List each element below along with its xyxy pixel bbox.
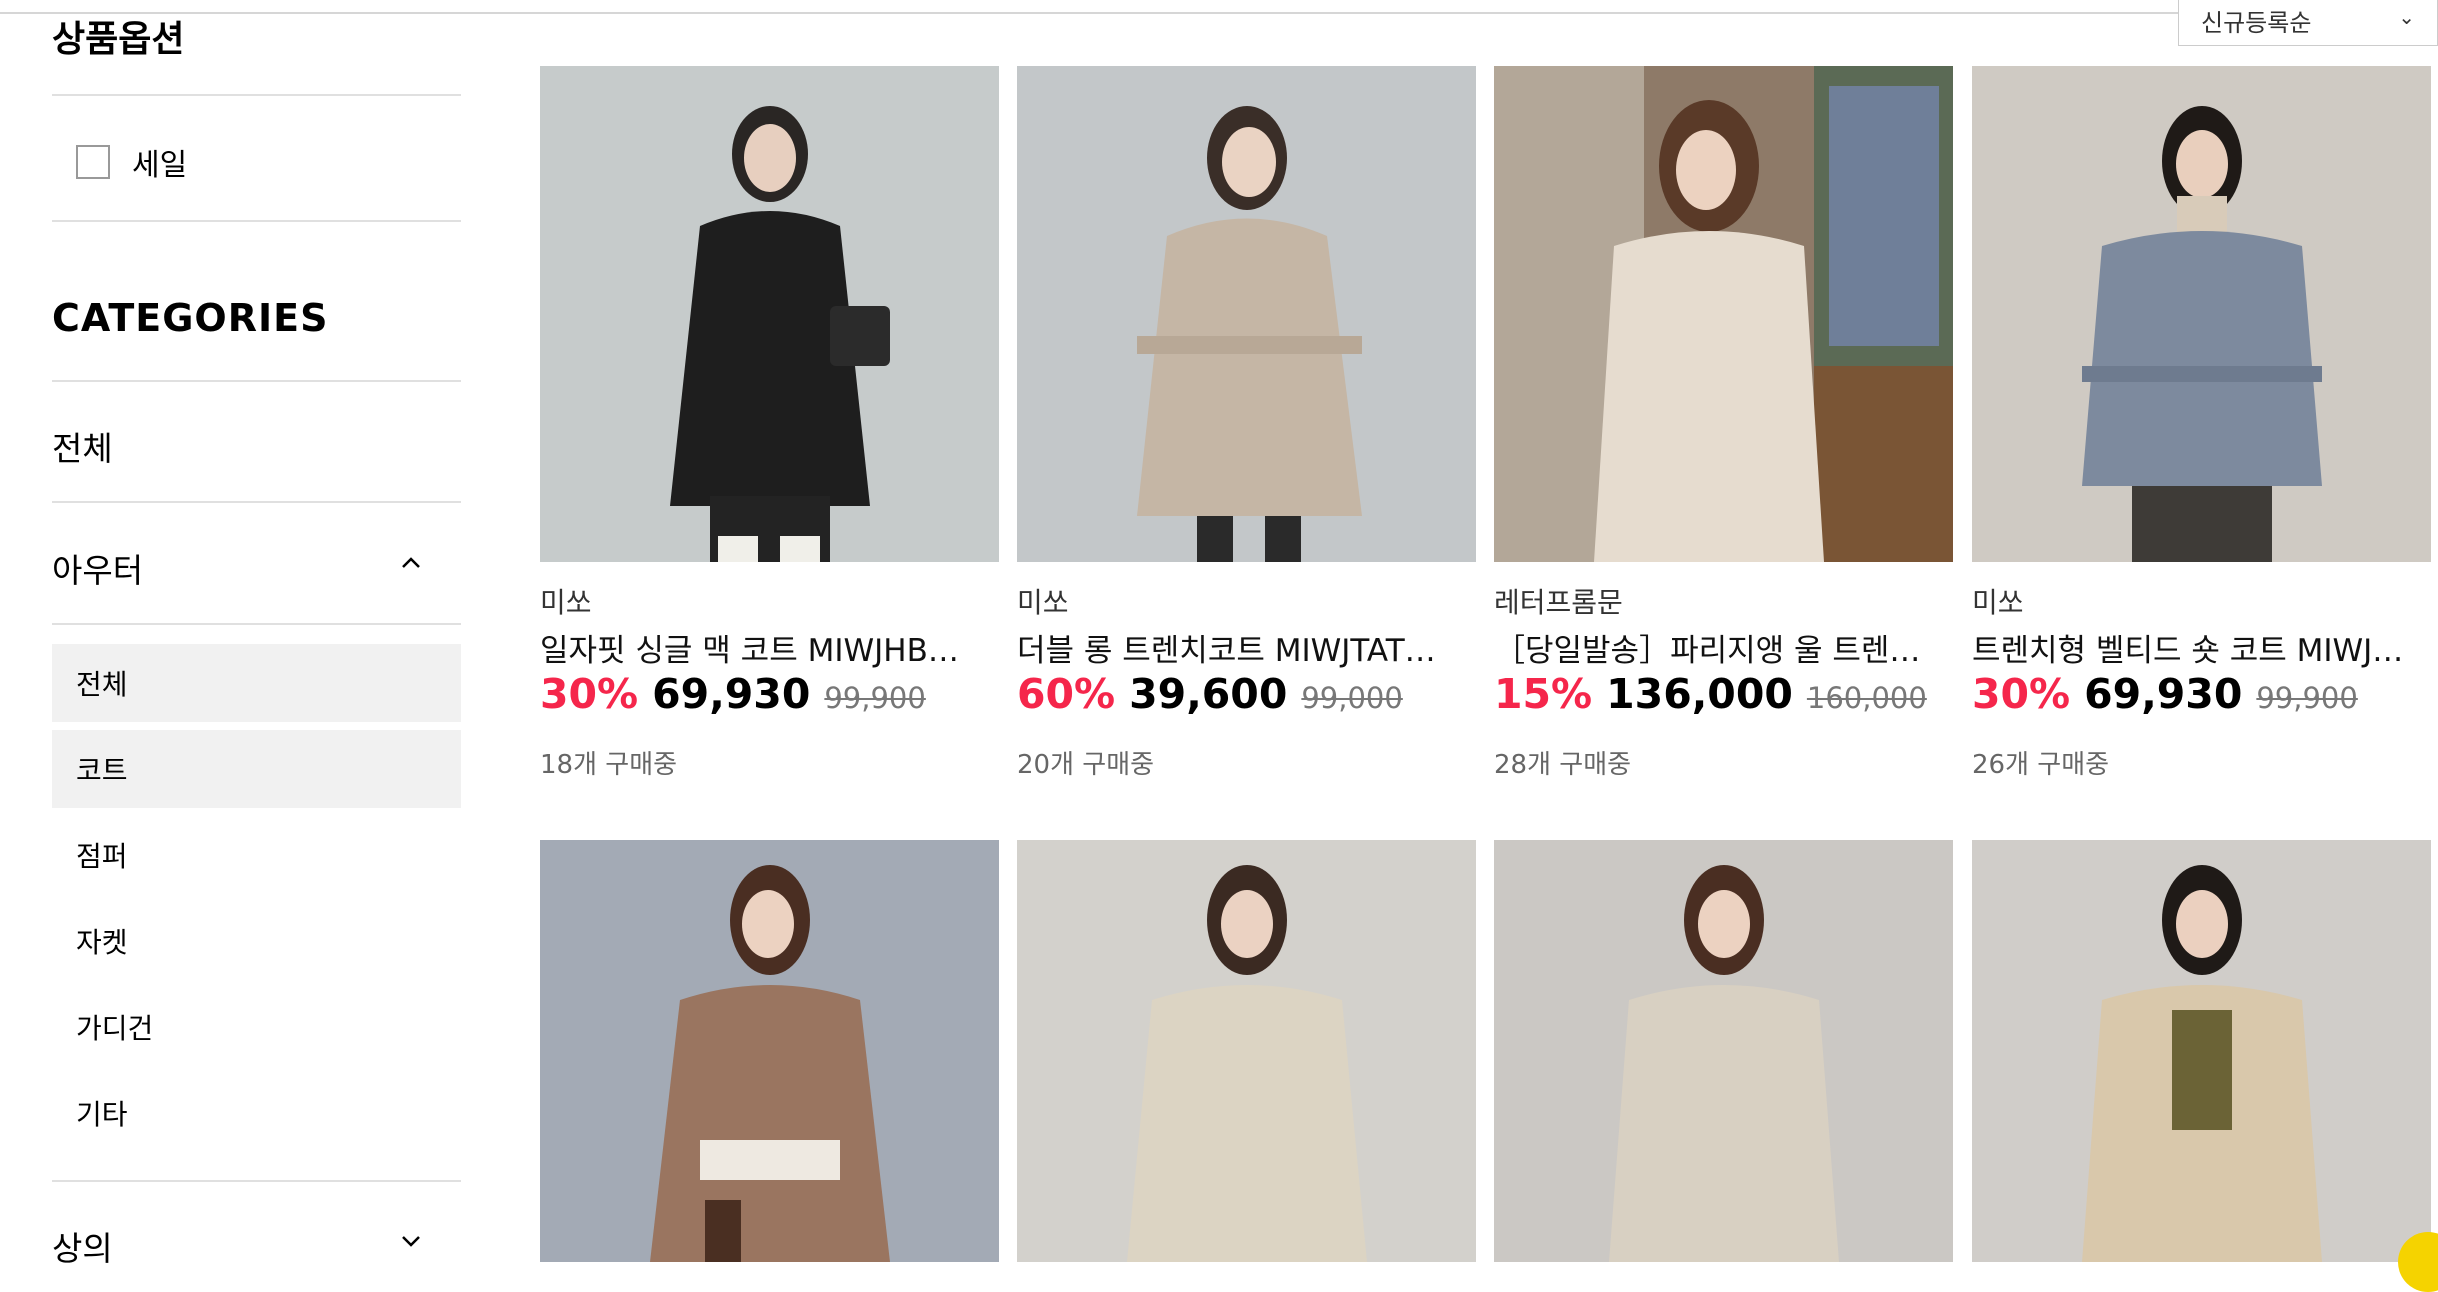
product-image[interactable] <box>1017 66 1476 562</box>
top-divider <box>0 12 2438 14</box>
original-price: 99,900 <box>824 681 926 715</box>
sort-select-value: 신규등록순 <box>2201 8 2312 37</box>
product-name[interactable]: ［당일발송］파리지앵 울 트렌… <box>1494 625 1953 670</box>
discount-rate: 30% <box>1972 670 2071 718</box>
subcategory-etc[interactable]: 기타 <box>52 1074 461 1152</box>
product-name[interactable]: 트렌치형 벨티드 숏 코트 MIWJ… <box>1972 625 2431 670</box>
discount-rate: 60% <box>1017 670 1116 718</box>
purchase-count: 18개 구매중 <box>540 750 678 780</box>
purchase-count: 20개 구매중 <box>1017 750 1155 780</box>
product-image[interactable] <box>1494 66 1953 562</box>
product-options-title: 상품옵션 <box>52 19 185 60</box>
divider <box>52 94 461 96</box>
product-image[interactable] <box>540 66 999 562</box>
sale-checkbox[interactable] <box>76 145 110 179</box>
subcategory-all[interactable]: 전체 <box>52 644 461 722</box>
product-brand: 미쏘 <box>1017 586 1069 619</box>
original-price: 99,900 <box>2256 681 2358 715</box>
divider <box>52 380 461 382</box>
price-row: 15% 136,000 160,000 <box>1494 670 1927 718</box>
product-image[interactable] <box>1494 840 1953 1262</box>
original-price: 99,000 <box>1301 681 1403 715</box>
sale-filter[interactable]: 세일 <box>76 140 187 184</box>
categories-title: CATEGORIES <box>52 296 329 340</box>
product-brand: 레터프롬문 <box>1494 586 1623 619</box>
subcategory-jumper[interactable]: 점퍼 <box>52 816 461 894</box>
product-brand: 미쏘 <box>1972 586 2024 619</box>
divider <box>52 220 461 222</box>
product-image[interactable] <box>1972 66 2431 562</box>
original-price: 160,000 <box>1806 681 1927 715</box>
subcategory-cardigan[interactable]: 가디건 <box>52 988 461 1066</box>
chevron-down-icon: ⌄ <box>2398 5 2415 29</box>
price-row: 30% 69,930 99,900 <box>1972 670 2358 718</box>
subcategory-jacket[interactable]: 자켓 <box>52 902 461 980</box>
category-all[interactable]: 전체 <box>52 422 113 470</box>
category-outer[interactable]: 아우터 <box>52 544 143 592</box>
product-image[interactable] <box>540 840 999 1262</box>
sale-price: 39,600 <box>1129 670 1288 718</box>
purchase-count: 28개 구매중 <box>1494 750 1632 780</box>
discount-rate: 30% <box>540 670 639 718</box>
product-name[interactable]: 일자핏 싱글 맥 코트 MIWJHB… <box>540 625 999 670</box>
sale-price: 136,000 <box>1606 670 1793 718</box>
sort-select[interactable]: 신규등록순 ⌄ <box>2178 0 2438 46</box>
subcategory-coat[interactable]: 코트 <box>52 730 461 808</box>
product-brand: 미쏘 <box>540 586 592 619</box>
divider <box>52 1180 461 1182</box>
sale-label: 세일 <box>132 148 188 183</box>
product-image[interactable] <box>1017 840 1476 1262</box>
product-name[interactable]: 더블 롱 트렌치코트 MIWJTAT… <box>1017 625 1476 670</box>
divider <box>52 501 461 503</box>
divider <box>52 623 461 625</box>
price-row: 30% 69,930 99,900 <box>540 670 926 718</box>
sale-price: 69,930 <box>652 670 811 718</box>
chevron-up-icon[interactable] <box>400 552 422 574</box>
chevron-down-icon[interactable] <box>400 1230 422 1252</box>
purchase-count: 26개 구매중 <box>1972 750 2110 780</box>
discount-rate: 15% <box>1494 670 1593 718</box>
sale-price: 69,930 <box>2084 670 2243 718</box>
product-image[interactable] <box>1972 840 2431 1262</box>
category-top[interactable]: 상의 <box>52 1222 113 1270</box>
price-row: 60% 39,600 99,000 <box>1017 670 1403 718</box>
